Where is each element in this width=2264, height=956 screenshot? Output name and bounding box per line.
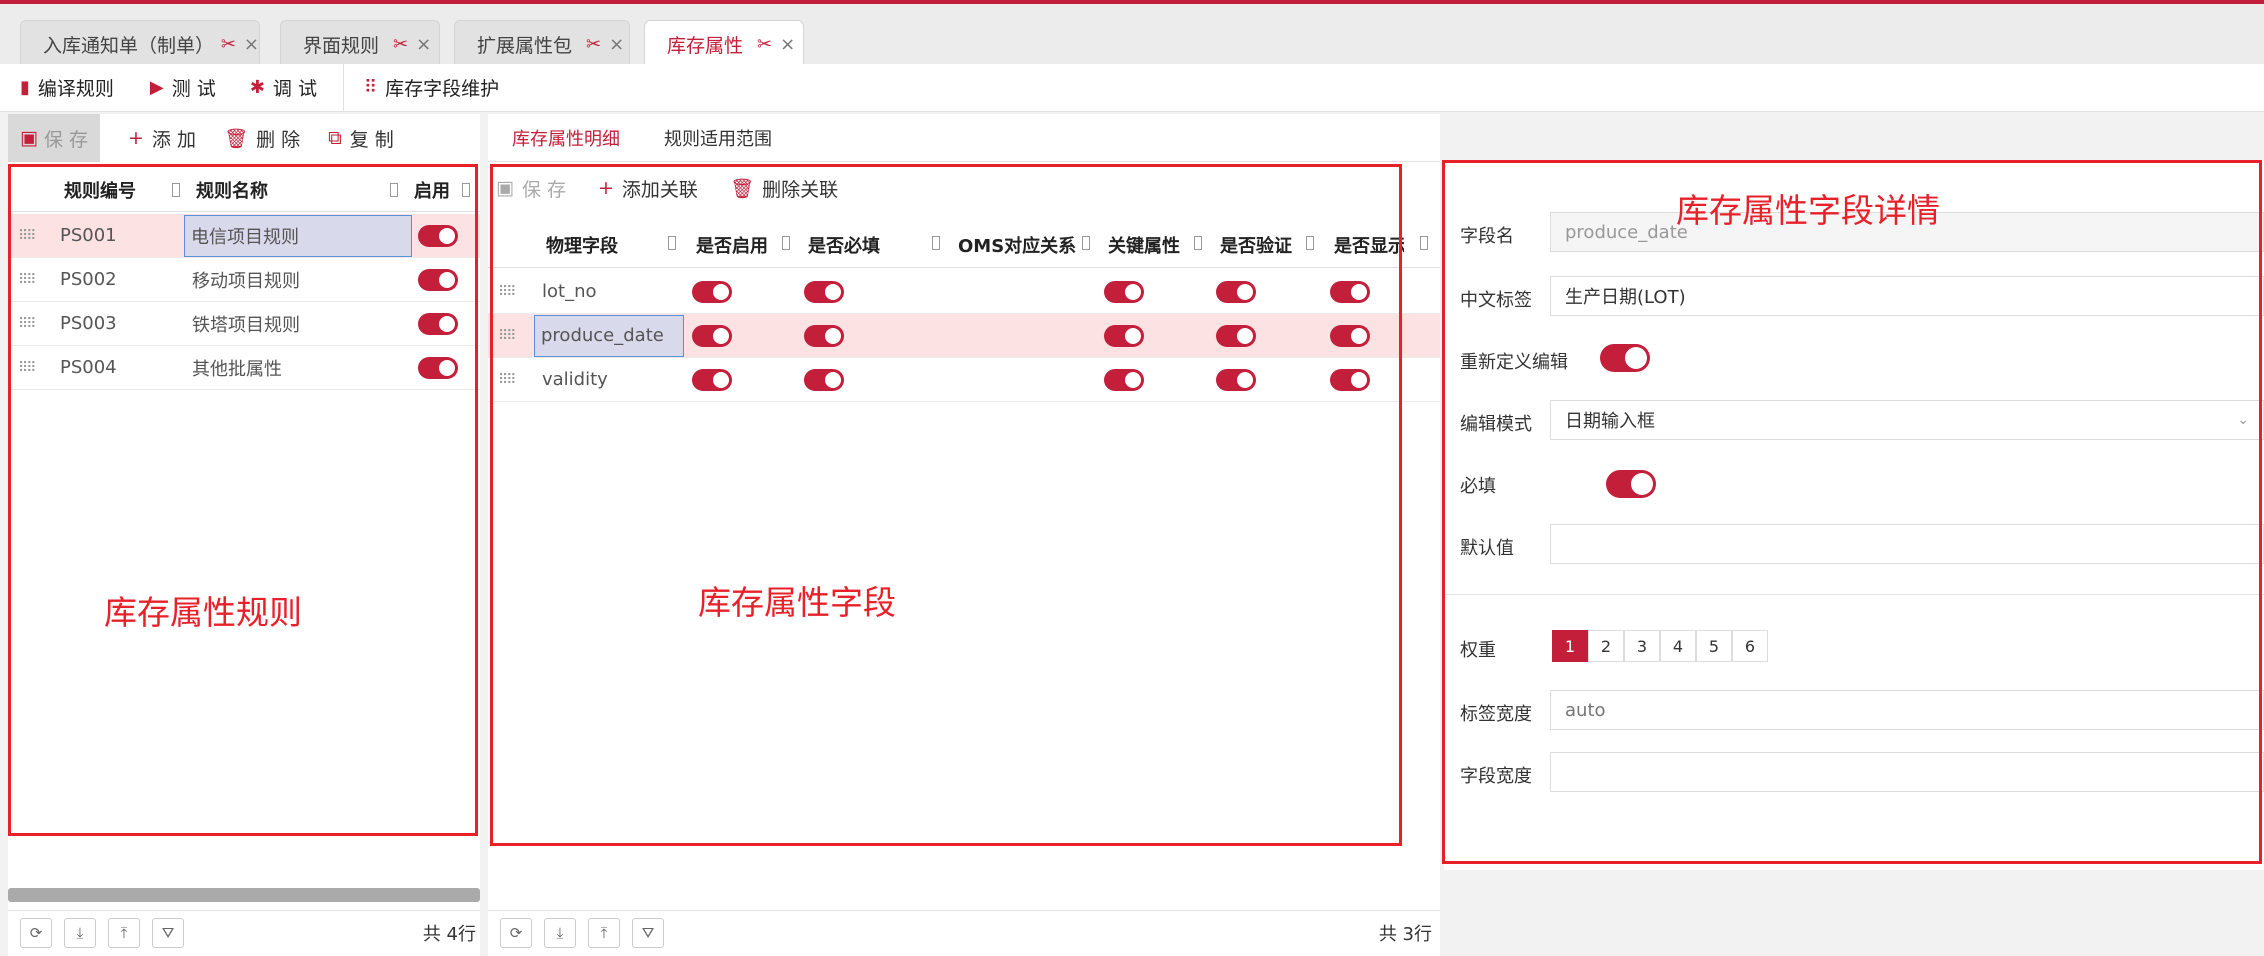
tools-icon: ✂: [757, 34, 773, 55]
filter-icon[interactable]: ⛛: [152, 917, 184, 948]
tab-inbound-notice[interactable]: 入库通知单（制单） ✂ ×: [20, 20, 260, 68]
tab-bar: 入库通知单（制单） ✂ × 界面规则 ✂ × 扩展属性包 ✂ × 库存属性 ✂ …: [0, 4, 2264, 68]
maintain-fields-button[interactable]: ⠿ 库存字段维护: [364, 74, 499, 101]
save-label: 保 存: [43, 128, 88, 151]
copy-button[interactable]: ⧉ 复 制: [328, 125, 394, 152]
row-count: 共 4行: [422, 923, 476, 945]
add-label: 添 加: [151, 128, 196, 151]
tools-icon: ✂: [220, 34, 236, 55]
annotation-detail-text: 库存属性字段详情: [1676, 191, 1940, 230]
column-menu-icon[interactable]: [1420, 236, 1428, 250]
close-icon[interactable]: ×: [416, 34, 431, 55]
filter-icon[interactable]: ⛛: [632, 917, 664, 948]
rules-footer: ⟳ ⤓ ⤒ ⛛ 共 4行: [8, 910, 480, 954]
fields-subtabs: 库存属性明细 规则适用范围: [488, 114, 1440, 162]
trash-icon: 🗑: [223, 127, 249, 150]
tab-extension-package[interactable]: 扩展属性包 ✂ ×: [454, 20, 630, 68]
refresh-icon[interactable]: ⟳: [500, 917, 532, 948]
copy-icon: ⧉: [328, 127, 342, 149]
play-icon: ▶: [149, 77, 164, 98]
horizontal-scrollbar[interactable]: [8, 888, 480, 902]
tab-ui-rules[interactable]: 界面规则 ✂ ×: [280, 20, 440, 68]
save-icon: ▣: [20, 127, 38, 149]
subtab-rule-scope[interactable]: 规则适用范围: [664, 125, 772, 151]
row-count: 共 3行: [1378, 923, 1432, 945]
annotation-rules-text: 库存属性规则: [104, 593, 302, 632]
save-button[interactable]: ▣ 保 存: [8, 114, 100, 162]
debug-button[interactable]: ✱ 调 试: [250, 74, 317, 101]
tab-inventory-attributes[interactable]: 库存属性 ✂ ×: [644, 20, 804, 68]
compile-label: 编译规则: [37, 78, 114, 100]
toolbar-divider: [342, 63, 344, 112]
delete-button[interactable]: 🗑 删 除: [224, 125, 300, 152]
upload-icon[interactable]: ⤒: [108, 917, 140, 948]
test-label: 测 试: [171, 78, 216, 100]
bug-icon: ✱: [249, 77, 265, 98]
tab-label: 入库通知单（制单）: [43, 35, 215, 57]
upload-icon[interactable]: ⤒: [588, 917, 620, 948]
grid-icon: ⠿: [363, 77, 378, 98]
add-button[interactable]: + 添 加: [128, 125, 196, 152]
tools-icon: ✂: [586, 34, 602, 55]
fields-footer: ⟳ ⤓ ⤒ ⛛ 共 3行: [488, 910, 1440, 954]
close-icon[interactable]: ×: [780, 34, 795, 55]
main-toolbar: ▮ 编译规则 ▶ 测 试 ✱ 调 试 ⠿ 库存字段维护: [0, 63, 2264, 112]
debug-label: 调 试: [272, 78, 317, 100]
test-button[interactable]: ▶ 测 试: [150, 74, 216, 101]
export-icon[interactable]: ⤓: [544, 917, 576, 948]
delete-label: 删 除: [256, 128, 301, 151]
close-icon[interactable]: ×: [609, 34, 624, 55]
tab-label: 扩展属性包: [477, 35, 573, 57]
building-icon: ▮: [20, 77, 30, 98]
subtab-inventory-detail[interactable]: 库存属性明细: [512, 125, 620, 151]
export-icon[interactable]: ⤓: [64, 917, 96, 948]
maintain-label: 库存字段维护: [385, 78, 500, 100]
tools-icon: ✂: [393, 34, 409, 55]
compile-rules-button[interactable]: ▮ 编译规则: [20, 74, 114, 101]
annotation-box-rules: [8, 164, 478, 836]
annotation-box-fields: [490, 164, 1402, 846]
tab-label: 库存属性: [667, 35, 744, 57]
refresh-icon[interactable]: ⟳: [20, 917, 52, 948]
rules-action-bar: ▣ 保 存 + 添 加 🗑 删 除 ⧉ 复 制: [8, 114, 480, 162]
annotation-box-detail: [1442, 160, 2262, 864]
copy-label: 复 制: [349, 128, 394, 151]
close-icon[interactable]: ×: [244, 34, 259, 55]
annotation-fields-text: 库存属性字段: [698, 583, 896, 622]
plus-icon: +: [128, 127, 144, 149]
tab-label: 界面规则: [303, 35, 380, 57]
